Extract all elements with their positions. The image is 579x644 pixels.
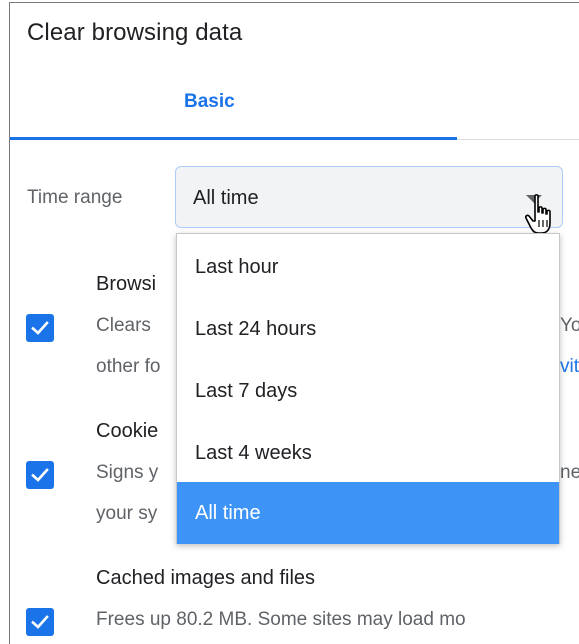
time-range-select[interactable]: All time xyxy=(175,166,563,228)
clear-browsing-data-dialog: Clear browsing data Basic Time range All… xyxy=(9,2,579,644)
cookies-checkbox[interactable] xyxy=(26,461,54,489)
check-icon xyxy=(31,321,49,335)
dropdown-option-last-4-weeks[interactable]: Last 4 weeks xyxy=(177,422,559,484)
check-icon xyxy=(31,468,49,482)
option-title: Browsi xyxy=(96,273,157,295)
tab-active-underline xyxy=(10,137,457,140)
tab-basic[interactable]: Basic xyxy=(184,91,235,113)
time-range-dropdown-menu: Last hour Last 24 hours Last 7 days Last… xyxy=(176,233,560,544)
option-desc-line2: your sy xyxy=(96,503,158,524)
option-title: Cached images and files xyxy=(96,567,316,589)
time-range-selected-value: All time xyxy=(193,187,259,209)
option-desc-line1-right: Yo xyxy=(560,315,579,336)
dropdown-option-all-time[interactable]: All time xyxy=(177,482,559,544)
dropdown-option-last-7-days[interactable]: Last 7 days xyxy=(177,360,559,422)
option-desc-line1-right: ne xyxy=(560,462,579,483)
time-range-label: Time range xyxy=(27,187,123,208)
dropdown-option-last-24-hours[interactable]: Last 24 hours xyxy=(177,298,559,360)
dropdown-option-last-hour[interactable]: Last hour xyxy=(177,236,559,298)
dialog-title: Clear browsing data xyxy=(27,19,243,46)
option-desc-line1: Clears xyxy=(96,315,151,336)
option-desc-line1: Signs y xyxy=(96,462,159,483)
cached-images-checkbox[interactable] xyxy=(26,608,54,636)
option-desc-line2: other fo xyxy=(96,356,161,377)
option-desc-line1: Frees up 80.2 MB. Some sites may load mo xyxy=(96,609,466,630)
option-title: Cookie xyxy=(96,420,159,442)
option-desc-line2-link[interactable]: vit xyxy=(560,356,579,378)
check-icon xyxy=(31,615,49,629)
browsing-history-checkbox[interactable] xyxy=(26,314,54,342)
